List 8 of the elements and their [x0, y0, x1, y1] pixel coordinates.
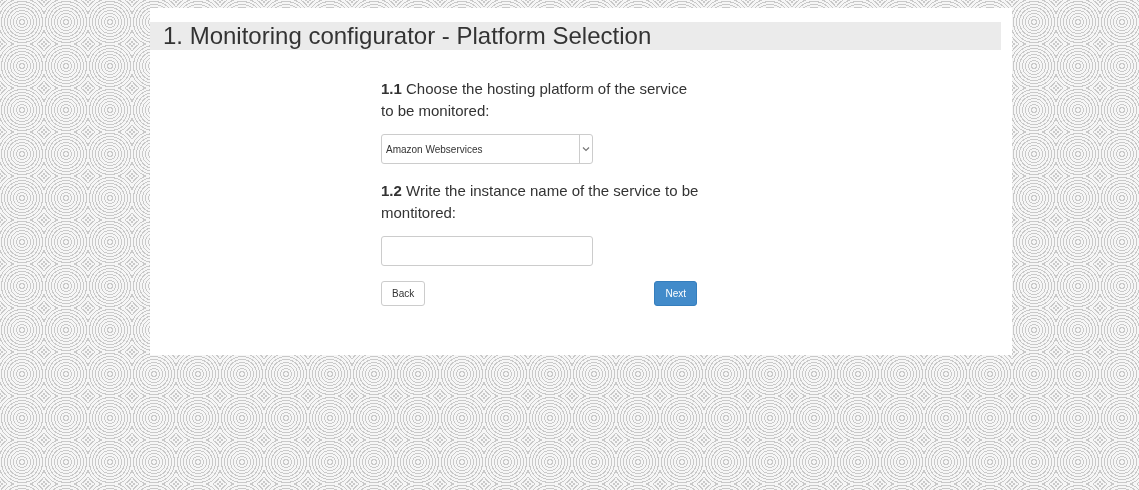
- platform-select[interactable]: Amazon Webservices: [381, 134, 593, 164]
- input-field[interactable]: [381, 236, 593, 266]
- back-button[interactable]: Back: [381, 281, 426, 306]
- next-button[interactable]: Next: [654, 281, 697, 306]
- question-label: 1.1 Choose the hosting platform of the service to be monitored:: [381, 79, 688, 121]
- chevron-icon: [579, 135, 592, 163]
- question-label: 1.2 Write the instance name of the service to be montitored:: [381, 181, 700, 223]
- page-title: 1. Monitoring configurator - Platform Selection: [150, 22, 1001, 50]
